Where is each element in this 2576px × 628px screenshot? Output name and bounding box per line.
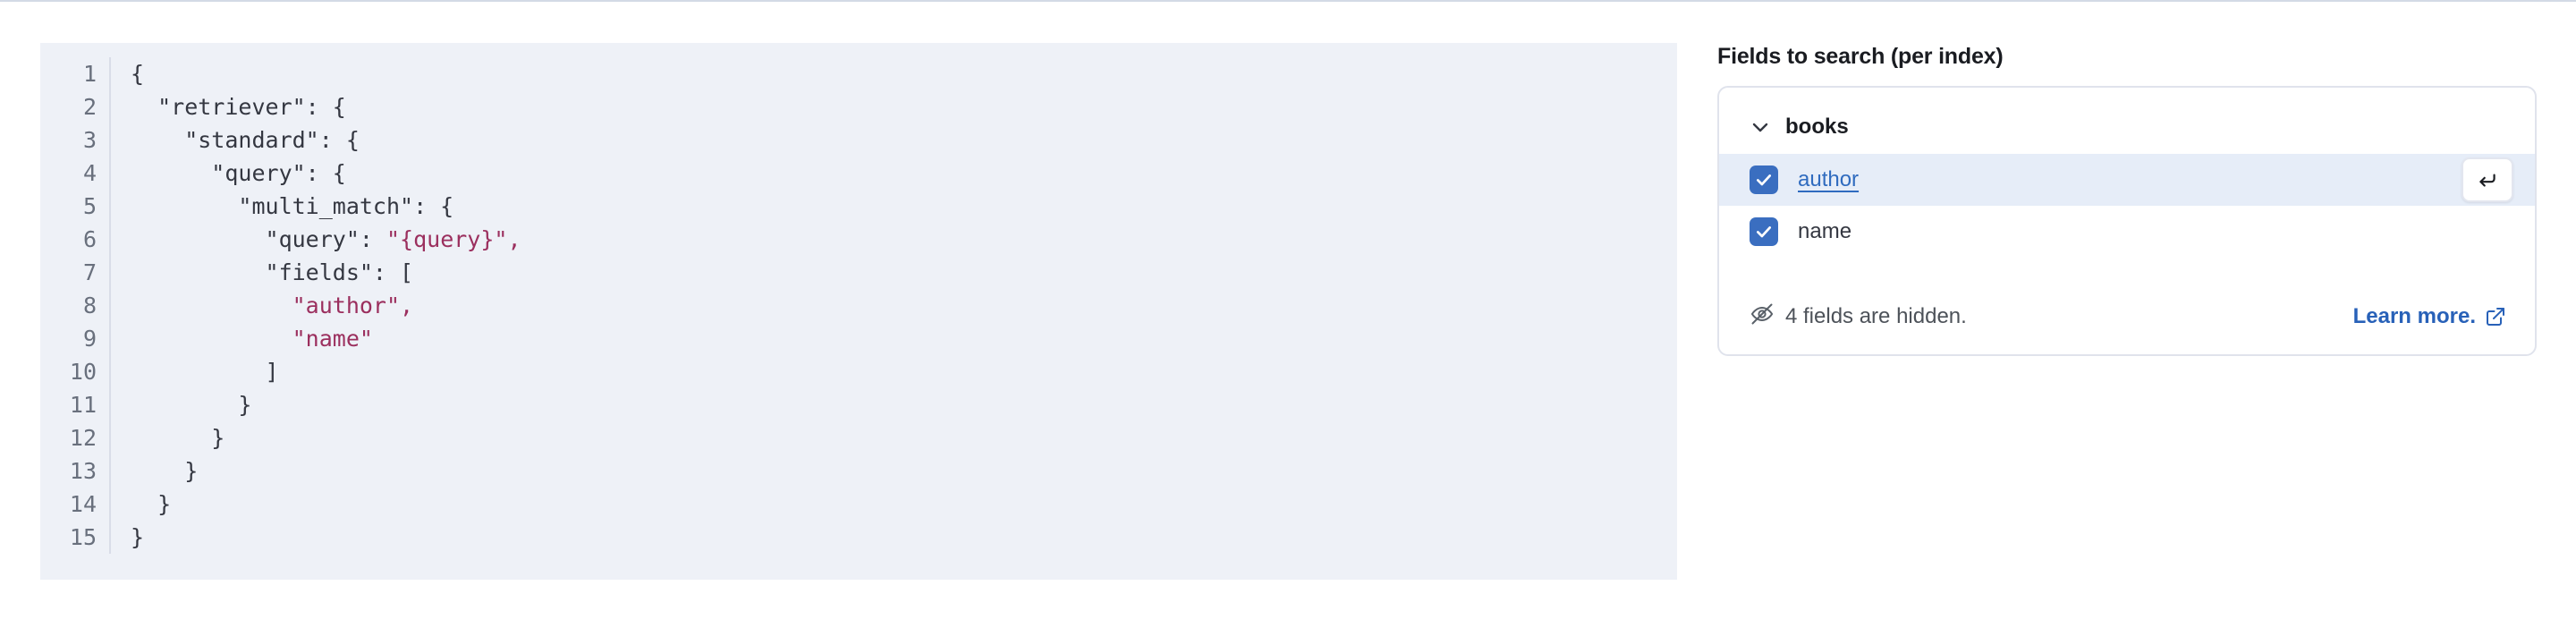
- code-text: "fields": [: [131, 259, 414, 285]
- line-number: 4: [82, 160, 97, 186]
- line-number: 12: [69, 425, 97, 451]
- editor-code-content[interactable]: { "retriever": { "standard": { "query": …: [111, 57, 1677, 554]
- line-number: 6: [82, 226, 97, 252]
- line-number: 7: [82, 259, 97, 285]
- line-number: 11: [69, 392, 97, 418]
- code-text: }: [131, 392, 252, 418]
- learn-more-label[interactable]: Learn more.: [2353, 304, 2476, 329]
- code-line: "query": {: [131, 157, 1677, 190]
- code-text: }: [131, 524, 145, 550]
- line-number: 5: [82, 193, 97, 219]
- index-name-label: books: [1785, 115, 1849, 139]
- code-line: }: [131, 421, 1677, 454]
- json-code-editor[interactable]: 1 2 3 4 5 6 7 8 9 10 11 12 13 14 15 { "r…: [40, 43, 1677, 580]
- line-number: 14: [69, 491, 97, 517]
- line-number: 1: [82, 61, 97, 87]
- hidden-fields-text: 4 fields are hidden.: [1785, 303, 1967, 328]
- hidden-fields-left: 4 fields are hidden.: [1750, 301, 1967, 331]
- chevron-down-icon[interactable]: [1750, 116, 1771, 138]
- code-line: ]: [131, 355, 1677, 388]
- code-line: }: [131, 488, 1677, 521]
- code-string-token: "name": [292, 326, 373, 352]
- code-line: "retriever": {: [131, 90, 1677, 123]
- hidden-fields-notice: 4 fields are hidden. Learn more.: [1719, 301, 2535, 331]
- field-label-author[interactable]: author: [1798, 167, 1859, 192]
- code-line: "query": "{query}",: [131, 223, 1677, 256]
- code-line: {: [131, 57, 1677, 90]
- code-text: {: [131, 61, 145, 87]
- code-text: "query":: [131, 226, 386, 252]
- code-text: "multi_match": {: [131, 193, 454, 219]
- line-number: 9: [82, 326, 97, 352]
- line-number: 15: [69, 524, 97, 550]
- code-line: }: [131, 388, 1677, 421]
- external-link-icon[interactable]: [2485, 306, 2506, 327]
- panel-title: Fields to search (per index): [1717, 44, 2004, 69]
- code-text: }: [131, 458, 199, 484]
- code-line: "name": [131, 322, 1677, 355]
- checkbox-name[interactable]: [1750, 217, 1778, 246]
- line-number: 2: [82, 94, 97, 120]
- code-string-token: "author",: [292, 293, 414, 318]
- code-text: "retriever": {: [131, 94, 346, 120]
- line-number: 13: [69, 458, 97, 484]
- field-row-name[interactable]: name: [1719, 206, 2535, 258]
- line-number: 8: [82, 293, 97, 318]
- index-group-header-books[interactable]: books: [1719, 111, 2535, 143]
- field-row-author[interactable]: author: [1719, 154, 2535, 206]
- code-text: }: [131, 425, 225, 451]
- code-line: "author",: [131, 289, 1677, 322]
- code-line: }: [131, 521, 1677, 554]
- code-text: "query": {: [131, 160, 346, 186]
- fields-card: books author name 4 fields are hidden. L…: [1717, 86, 2537, 356]
- code-text: ]: [131, 359, 279, 385]
- learn-more-link[interactable]: Learn more.: [2353, 304, 2506, 329]
- eye-off-icon: [1750, 301, 1775, 331]
- field-label-name: name: [1798, 219, 1852, 243]
- line-number: 3: [82, 127, 97, 153]
- enter-key-icon[interactable]: [2462, 157, 2513, 202]
- code-line: "fields": [: [131, 256, 1677, 289]
- checkbox-author[interactable]: [1750, 165, 1778, 194]
- page-top-divider: [0, 0, 2576, 2]
- code-text: }: [131, 491, 172, 517]
- line-number: 10: [69, 359, 97, 385]
- editor-line-number-gutter: 1 2 3 4 5 6 7 8 9 10 11 12 13 14 15: [40, 57, 111, 554]
- code-line: "multi_match": {: [131, 190, 1677, 223]
- fields-to-search-panel: Fields to search (per index) books autho…: [1717, 43, 2537, 356]
- code-text: "standard": {: [131, 127, 360, 153]
- code-string-token: "{query}",: [386, 226, 521, 252]
- code-line: "standard": {: [131, 123, 1677, 157]
- code-line: }: [131, 454, 1677, 488]
